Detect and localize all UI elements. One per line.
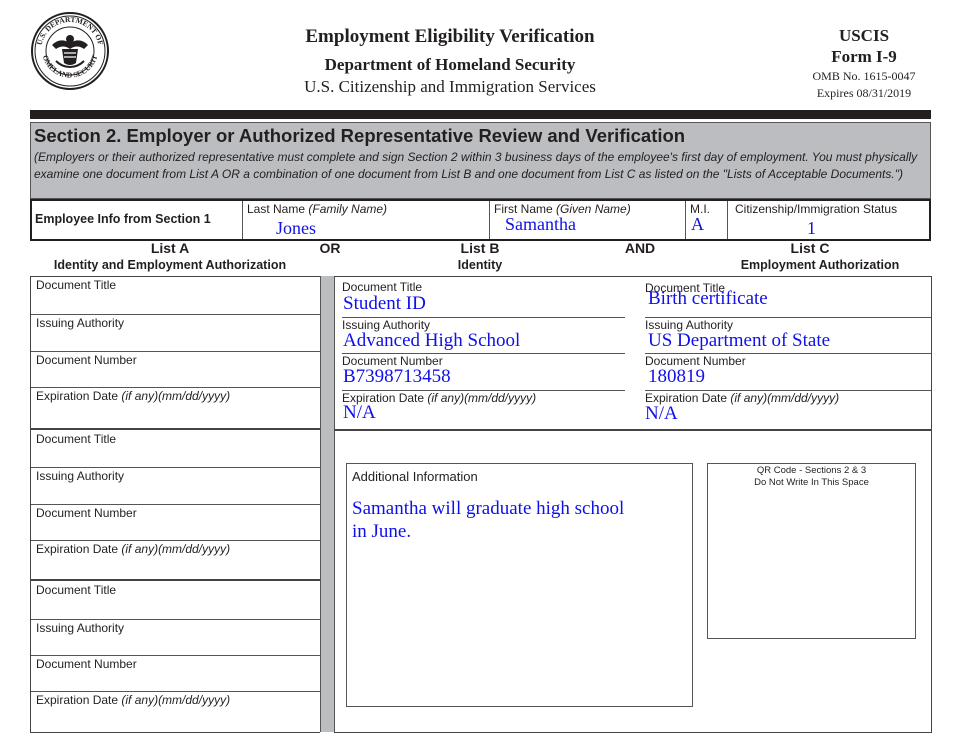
list-c-title-field[interactable]: Document Title Birth certificate	[645, 280, 931, 318]
employee-info-label: Employee Info from Section 1	[35, 212, 211, 226]
list-a-doc2-number-field[interactable]: Document Number	[31, 505, 320, 541]
field-label: Document Title	[36, 432, 117, 446]
qr-code-notice: QR Code - Sections 2 & 3 Do Not Write In…	[754, 465, 869, 488]
list-b-number-value: B7398713458	[343, 366, 451, 387]
list-c-title-value: Birth certificate	[648, 288, 768, 309]
first-name-field[interactable]: First Name (Given Name) Samantha	[489, 201, 686, 239]
section2-header: Section 2. Employer or Authorized Repres…	[30, 122, 931, 199]
field-label: Issuing Authority	[36, 469, 125, 483]
list-b-issuing-value: Advanced High School	[343, 330, 521, 351]
field-label: Expiration Date (if any)(mm/dd/yyyy)	[36, 542, 231, 556]
field-label: Document Title	[342, 280, 423, 294]
list-a-doc1-issuing-field[interactable]: Issuing Authority	[31, 315, 320, 352]
last-name-label: Last Name (Family Name)	[247, 202, 388, 216]
bc-divider-line	[334, 429, 931, 431]
list-c-expiration-field[interactable]: Expiration Date (if any)(mm/dd/yyyy) N/A	[645, 391, 931, 427]
list-a-doc3-title-field[interactable]: Document Title	[31, 582, 320, 620]
middle-initial-field[interactable]: M.I. A	[685, 201, 728, 239]
list-a-doc2-issuing-field[interactable]: Issuing Authority	[31, 468, 320, 505]
or-label: OR	[319, 240, 341, 256]
list-a-documents: Document Title Issuing Authority Documen…	[30, 276, 320, 733]
department-name: Department of Homeland Security	[324, 55, 576, 74]
list-a-doc3-issuing-field[interactable]: Issuing Authority	[31, 620, 320, 656]
list-b-title-value: Student ID	[343, 293, 426, 314]
list-c-issuing-field[interactable]: Issuing Authority US Department of State	[645, 318, 931, 354]
list-a-subtitle: Identity and Employment Authorization	[53, 258, 287, 272]
citizenship-status-value: 1	[807, 218, 816, 238]
mi-value: A	[691, 214, 704, 234]
field-label: Document Number	[36, 353, 137, 367]
citizenship-status-label: Citizenship/Immigration Status	[735, 202, 898, 216]
org-name: USCIS	[838, 26, 890, 45]
list-c-title: List C	[790, 240, 830, 256]
list-c-number-value: 180819	[648, 366, 705, 387]
last-name-field[interactable]: Last Name (Family Name) Jones	[242, 201, 490, 239]
employee-info-row: Employee Info from Section 1 Last Name (…	[30, 199, 931, 241]
list-b-number-field[interactable]: Document Number B7398713458	[342, 354, 625, 391]
agency-name: U.S. Citizenship and Immigration Service…	[304, 77, 596, 96]
and-label: AND	[624, 240, 656, 256]
form-number: Form I-9	[831, 47, 897, 66]
field-label: Expiration Date (if any)(mm/dd/yyyy)	[36, 389, 231, 403]
list-b-title-field[interactable]: Document Title Student ID	[342, 280, 625, 318]
column-divider	[320, 276, 335, 732]
list-b-subtitle: Identity	[457, 258, 503, 272]
form-title: Employment Eligibility Verification	[305, 26, 595, 47]
last-name-value: Jones	[276, 218, 316, 238]
list-b-expiration-field[interactable]: Expiration Date (if any)(mm/dd/yyyy) N/A	[342, 391, 625, 427]
section2-title: Section 2. Employer or Authorized Repres…	[34, 125, 686, 146]
dhs-seal-icon: U.S. DEPARTMENT OF HOMELAND SECURITY	[27, 4, 110, 91]
additional-information-value: Samantha will graduate high school in Ju…	[352, 498, 625, 542]
list-a-doc1-number-field[interactable]: Document Number	[31, 352, 320, 388]
list-c-issuing-value: US Department of State	[648, 330, 831, 351]
field-label: Document Title	[36, 583, 117, 597]
list-c-expiration-value: N/A	[645, 403, 678, 424]
omb-number: OMB No. 1615-0047	[812, 69, 916, 83]
list-a-doc2-title-field[interactable]: Document Title	[31, 431, 320, 468]
section2-description: (Employers or their authorized represent…	[34, 150, 918, 181]
list-a-doc3-number-field[interactable]: Document Number	[31, 656, 320, 692]
citizenship-status-field[interactable]: Citizenship/Immigration Status 1	[727, 201, 928, 239]
qr-code-area: QR Code - Sections 2 & 3 Do Not Write In…	[707, 463, 916, 639]
list-b-issuing-field[interactable]: Issuing Authority Advanced High School	[342, 318, 625, 354]
list-a-doc1-title-field[interactable]: Document Title	[31, 277, 320, 315]
field-label: Document Number	[36, 506, 137, 520]
list-c-number-field[interactable]: Document Number 180819	[645, 354, 931, 391]
header-divider-bar	[30, 110, 931, 119]
expiration-notice: Expires 08/31/2019	[816, 86, 912, 100]
additional-information-field[interactable]: Additional Information Samantha will gra…	[346, 463, 693, 707]
list-a-doc2-expiration-field[interactable]: Expiration Date (if any)(mm/dd/yyyy)	[31, 541, 320, 581]
list-a-doc3-expiration-field[interactable]: Expiration Date (if any)(mm/dd/yyyy)	[31, 692, 320, 731]
list-c-subtitle: Employment Authorization	[740, 258, 900, 272]
field-label: Expiration Date (if any)(mm/dd/yyyy)	[36, 693, 231, 707]
field-label: Issuing Authority	[36, 621, 125, 635]
list-a-doc1-expiration-field[interactable]: Expiration Date (if any)(mm/dd/yyyy)	[31, 388, 320, 430]
field-label: Document Number	[36, 657, 137, 671]
list-b-expiration-value: N/A	[343, 402, 376, 423]
first-name-value: Samantha	[505, 214, 576, 234]
list-b-title: List B	[460, 240, 500, 256]
field-label: Issuing Authority	[36, 316, 125, 330]
field-label: Document Title	[36, 278, 117, 292]
list-a-title: List A	[150, 240, 190, 256]
additional-information-label: Additional Information	[352, 469, 478, 484]
